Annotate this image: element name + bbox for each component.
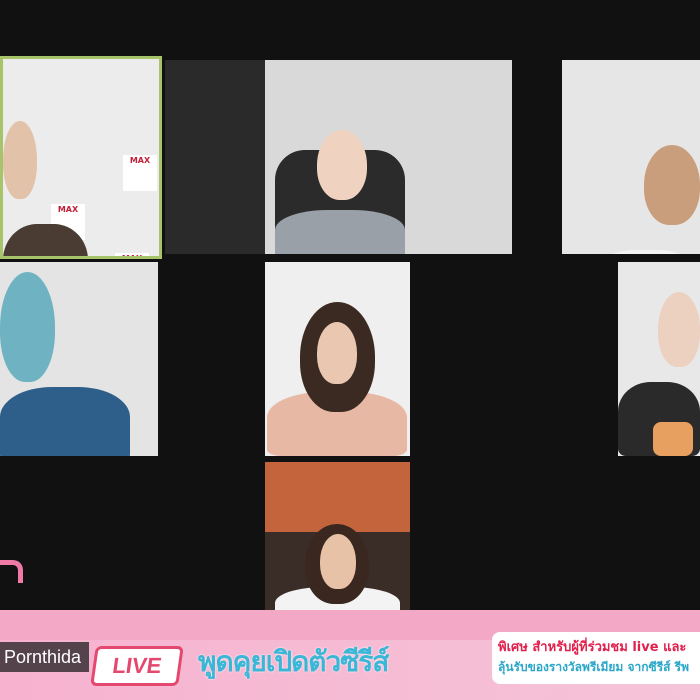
video-tile-participant-6[interactable]: [618, 262, 700, 456]
video-tile-participant-2[interactable]: [165, 60, 512, 254]
video-tile-participant-5[interactable]: [265, 262, 410, 456]
banner-headline: พูดคุยเปิดตัวซีรีส์: [198, 645, 389, 678]
participant-figure: [0, 387, 130, 456]
participant-face: [3, 121, 37, 199]
background-ceiling: [265, 462, 410, 532]
promo-line-1: พิเศษ สำหรับผู้ที่ร่วมชม live และ: [498, 640, 687, 655]
participant-name-label: Pornthida: [0, 642, 90, 672]
participant-face: [317, 322, 357, 384]
participant-face: [320, 534, 356, 589]
video-tile-participant-4[interactable]: [0, 262, 158, 456]
promo-box: พิเศษ สำหรับผู้ที่ร่วมชม live และ ลุ้นรั…: [492, 632, 700, 684]
logo-sign: MAX: [123, 155, 157, 191]
participant-face: [317, 130, 367, 200]
participant-face: [644, 145, 700, 225]
background-desk: [165, 60, 265, 254]
promo-line-2: ลุ้นรับของรางวัลพรีเมียม จากซีรีส์ รีพ: [498, 660, 689, 674]
video-tile-participant-7[interactable]: [265, 462, 410, 620]
mug: [653, 422, 693, 456]
live-badge: LIVE: [90, 646, 184, 686]
participant-face: [658, 292, 700, 367]
video-tile-participant-3[interactable]: [562, 60, 700, 254]
decorative-mark: [0, 560, 23, 583]
participant-figure: [275, 210, 405, 254]
logo-sign: MAX: [115, 253, 149, 256]
video-tile-participant-1[interactable]: MAX MAX MAX: [0, 56, 162, 259]
participant-hair: [0, 272, 55, 382]
